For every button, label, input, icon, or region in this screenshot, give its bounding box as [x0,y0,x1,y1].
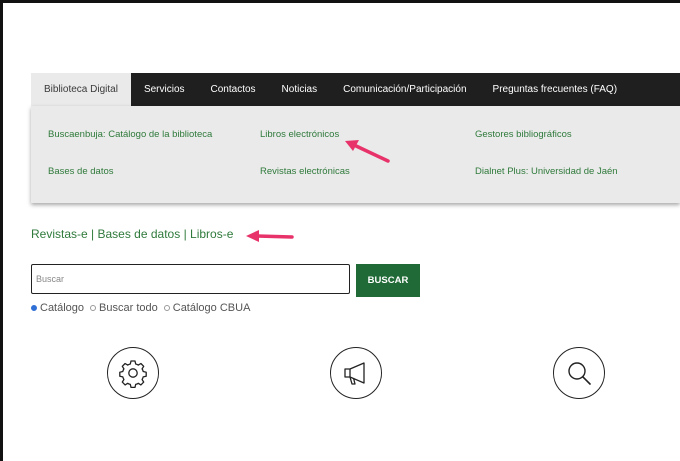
radio-unchecked-icon [90,305,97,311]
nav-item-noticias[interactable]: Noticias [269,73,331,106]
nav-item-servicios[interactable]: Servicios [131,73,198,106]
dropdown-link-revistas-electronicas[interactable]: Revistas electrónicas [260,166,350,177]
search-button[interactable]: BUSCAR [356,264,420,297]
window-border-left [0,0,3,461]
nav-item-comunicacion[interactable]: Comunicación/Participación [330,73,479,106]
search-input[interactable] [31,264,350,294]
dropdown-link-bases-de-datos[interactable]: Bases de datos [48,166,114,177]
window-border-top [0,0,680,3]
annotation-arrow-icon [246,230,294,242]
gear-icon[interactable] [107,347,159,399]
search-icon[interactable] [553,347,605,399]
dropdown-link-gestores[interactable]: Gestores bibliográficos [475,129,572,140]
dropdown-link-catalogo[interactable]: Buscaenbuja: Catálogo de la biblioteca [48,129,212,140]
quick-links: Revistas-e | Bases de datos | Libros-e [31,227,233,241]
radio-catalogo[interactable]: Catálogo [31,302,84,314]
radio-unchecked-icon [163,305,170,311]
dropdown-link-dialnet[interactable]: Dialnet Plus: Universidad de Jaén [475,166,618,177]
radio-catalogo-label: Catálogo [40,302,85,314]
quick-link-revistas[interactable]: Revistas-e [31,227,88,241]
dropdown-link-libros-electronicos[interactable]: Libros electrónicos [260,129,339,140]
radio-catalogo-cbua-label: Catálogo CBUA [172,302,251,314]
main-navbar: Biblioteca Digital Servicios Contactos N… [31,73,680,106]
radio-buscar-todo-label: Buscar todo [99,302,158,314]
megaphone-icon[interactable] [330,347,382,399]
nav-item-contactos[interactable]: Contactos [198,73,269,106]
quick-link-bases-de-datos[interactable]: Bases de datos [97,227,180,241]
search-scope-options: Catálogo Buscar todo Catálogo CBUA [31,302,256,314]
nav-item-faq[interactable]: Preguntas frecuentes (FAQ) [480,73,631,106]
radio-catalogo-cbua[interactable]: Catálogo CBUA [163,302,251,314]
annotation-arrow-icon [345,140,390,163]
quick-link-libros[interactable]: Libros-e [190,227,233,241]
radio-buscar-todo[interactable]: Buscar todo [90,302,158,314]
nav-item-biblioteca-digital[interactable]: Biblioteca Digital [31,73,131,106]
radio-checked-icon [31,305,37,311]
